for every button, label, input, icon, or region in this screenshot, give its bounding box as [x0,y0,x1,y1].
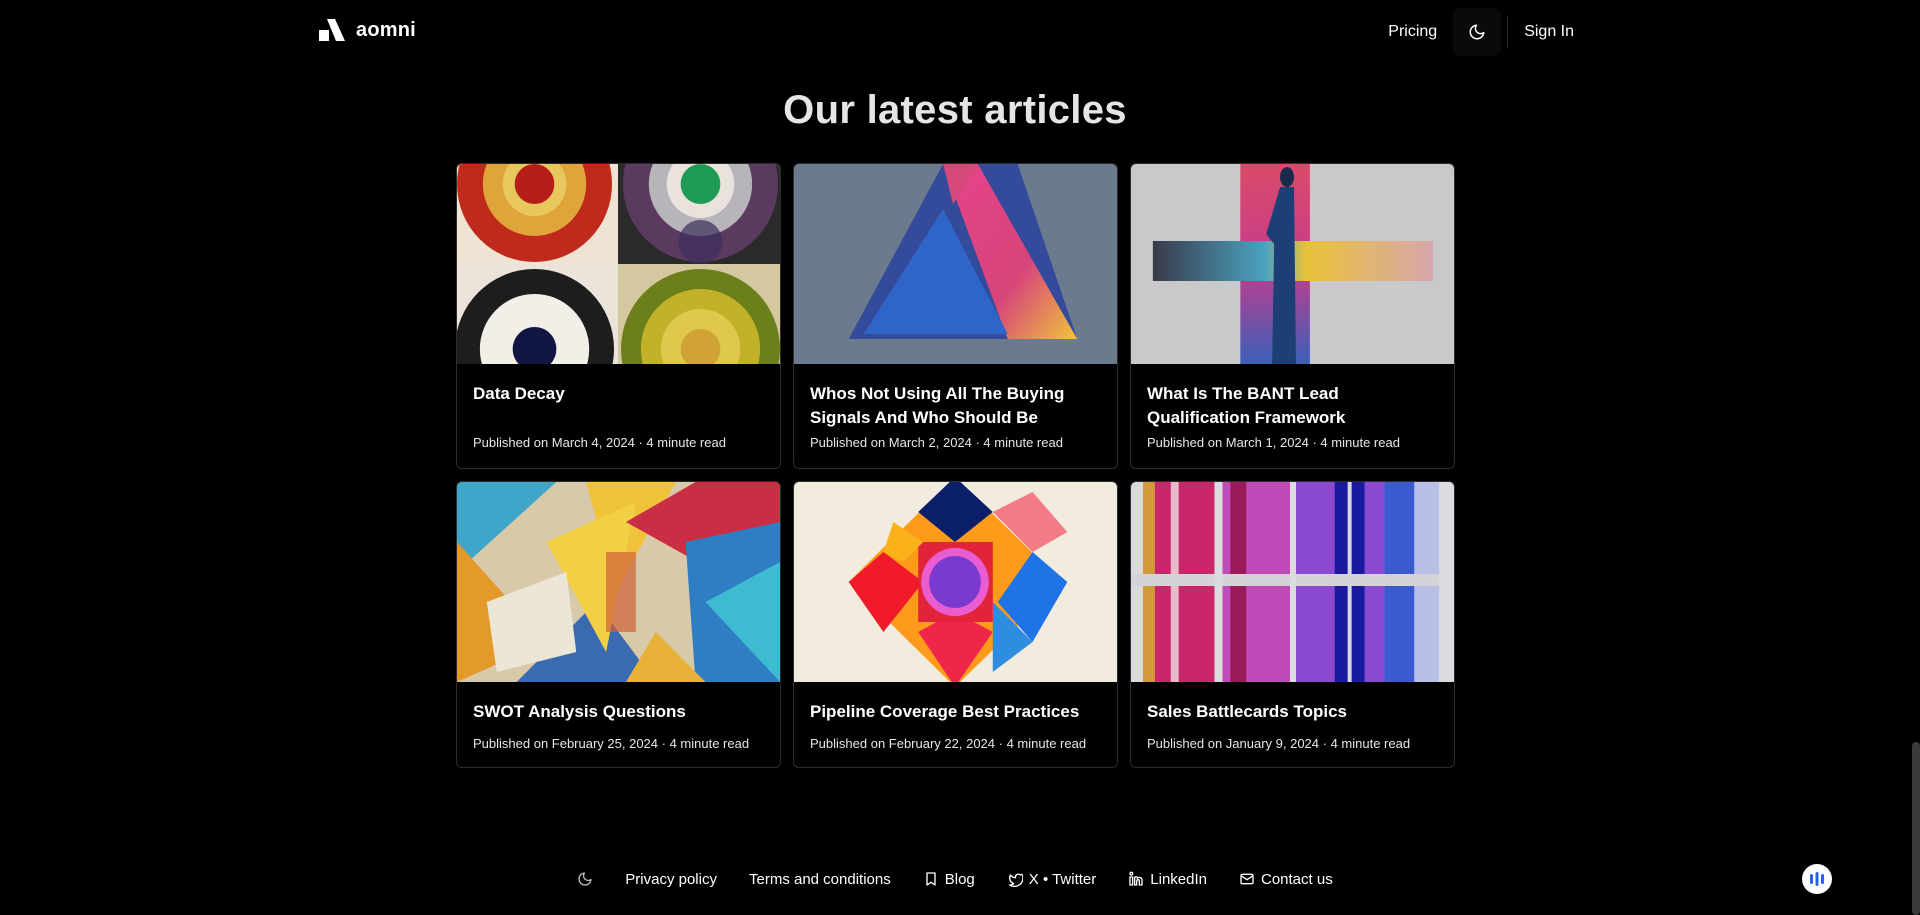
article-title: What Is The BANT Lead Qualification Fram… [1147,384,1346,427]
footer-blog-link[interactable]: Blog [923,871,975,888]
footer-privacy-label: Privacy policy [625,870,717,888]
article-card[interactable]: Data Decay Published on March 4, 2024 · … [456,163,781,469]
audio-bars-icon [1810,872,1824,886]
bookmark-icon [926,872,936,886]
article-cover-image [794,164,1117,364]
article-cover-image [1131,482,1454,682]
article-card[interactable]: Pipeline Coverage Best Practices Publish… [793,481,1118,768]
footer-terms-link[interactable]: Terms and conditions [749,871,891,888]
moon-icon [1469,24,1485,40]
logo-link[interactable]: aomni [318,18,416,42]
article-title: SWOT Analysis Questions [473,702,686,721]
article-card[interactable]: What Is The BANT Lead Qualification Fram… [1130,163,1455,469]
article-card[interactable]: Whos Not Using All The Buying Signals An… [793,163,1118,469]
article-meta: Published on February 22, 2024 · 4 minut… [810,736,1087,751]
footer-twitter-label: X • Twitter [1028,870,1097,888]
footer-twitter-link[interactable]: X • Twitter [1007,870,1097,888]
logo-text: aomni [356,18,416,41]
nav-pricing-link[interactable]: Pricing [1378,23,1447,41]
footer-blog-label: Blog [944,870,975,888]
article-title: Data Decay [473,384,565,403]
footer-contact-link[interactable]: Contact us [1239,871,1333,888]
theme-toggle-button[interactable] [1453,8,1502,56]
article-meta: Published on March 1, 2024 · 4 minute re… [1147,435,1400,450]
site-header: aomni Pricing Sign In [0,0,1920,64]
mail-icon [1240,873,1254,885]
nav-divider [1507,16,1509,48]
footer-privacy-link[interactable]: Privacy policy [625,871,717,888]
article-meta: Published on March 2, 2024 · 4 minute re… [810,435,1063,450]
moon-icon [578,872,592,886]
nav-sign-in-link[interactable]: Sign In [1514,23,1584,41]
audio-widget-button[interactable] [1802,864,1832,894]
article-meta: Published on March 4, 2024 · 4 minute re… [473,435,726,450]
article-title: Whos Not Using All The Buying Signals An… [810,384,1065,427]
twitter-icon [1008,873,1023,887]
footer-contact-label: Contact us [1260,870,1333,888]
page-scrollbar[interactable] [1912,742,1920,915]
article-title: Pipeline Coverage Best Practices [810,702,1080,721]
article-meta: Published on February 25, 2024 · 4 minut… [473,736,750,751]
site-footer: Privacy policy Terms and conditions Blog… [0,866,1920,892]
article-cover-image [1131,164,1454,364]
footer-linkedin-label: LinkedIn [1150,870,1207,888]
section-title: Our latest articles [783,88,1127,132]
article-meta: Published on January 9, 2024 · 4 minute … [1147,736,1411,751]
top-nav: Pricing Sign In [1378,8,1584,56]
article-title: Sales Battlecards Topics [1147,702,1347,721]
footer-linkedin-link[interactable]: LinkedIn [1128,871,1207,888]
article-cover-image [457,164,780,364]
article-cover-image [794,482,1117,682]
article-card[interactable]: SWOT Analysis Questions Published on Feb… [456,481,781,768]
article-card[interactable]: Sales Battlecards Topics Published on Ja… [1130,481,1455,768]
footer-terms-label: Terms and conditions [748,870,891,888]
aomni-logo-icon [319,19,345,41]
articles-grid: Data Decay Published on March 4, 2024 · … [456,163,1455,768]
article-cover-image [457,482,780,682]
footer-theme-toggle[interactable] [577,871,593,887]
linkedin-icon [1129,871,1143,886]
